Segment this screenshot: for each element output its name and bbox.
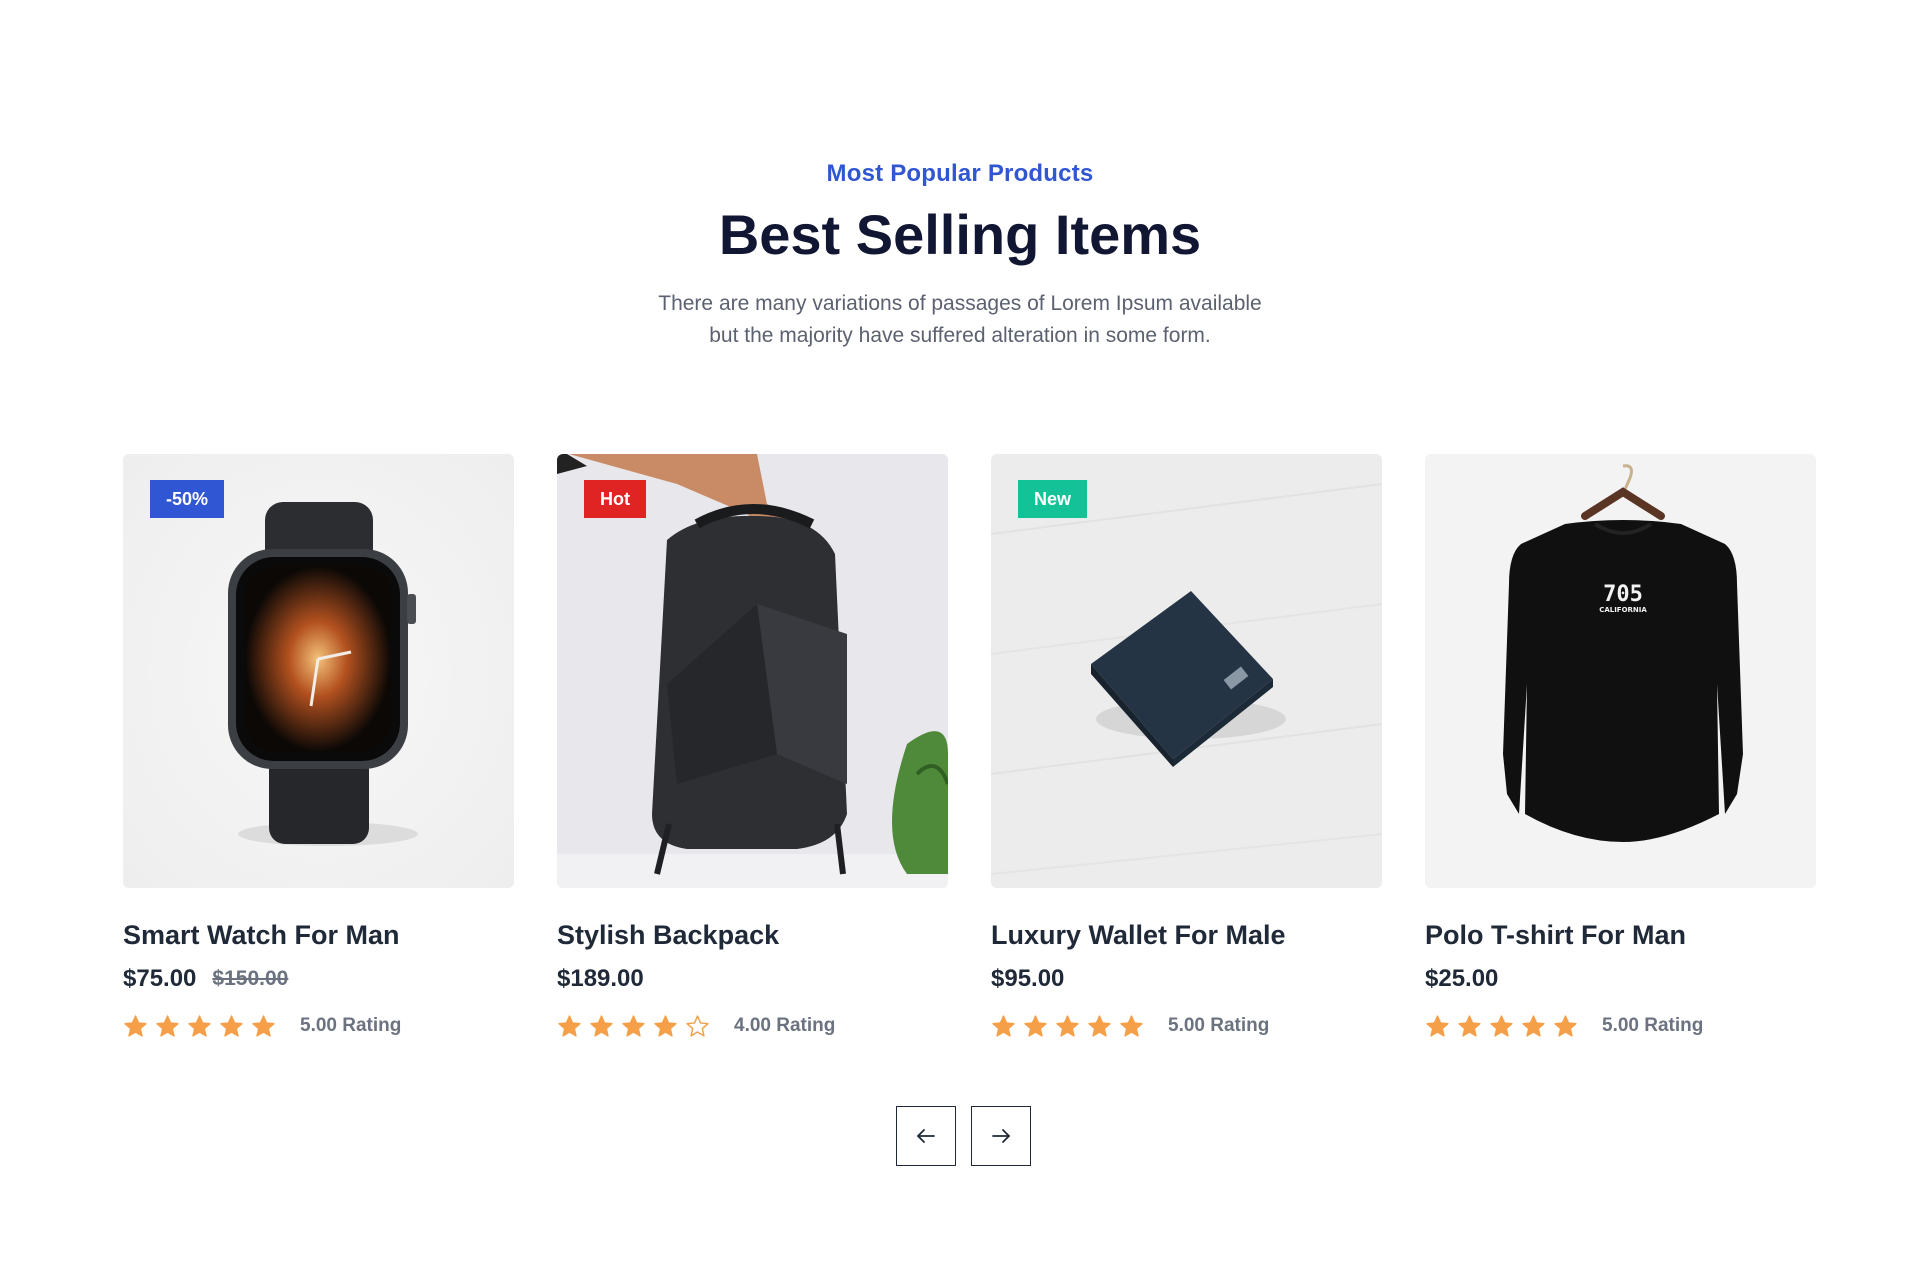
product-name[interactable]: Luxury Wallet For Male [991, 918, 1382, 952]
product-old-price: $150.00 [212, 967, 289, 990]
star-filled-icon [622, 1014, 645, 1037]
product-prices: $95.00 [991, 962, 1382, 996]
star-filled-icon [1522, 1014, 1545, 1037]
star-filled-icon [124, 1014, 147, 1037]
description-line-2: but the majority have suffered alteratio… [709, 324, 1211, 347]
product-rating: 4.00 Rating [557, 1010, 948, 1042]
product-card[interactable]: Hot Stylish Backpack $189.00 4.00 Rating [557, 454, 948, 1042]
tshirt-print: 705 [1603, 582, 1643, 607]
smart-watch-image [123, 454, 514, 888]
carousel-next-button[interactable] [971, 1106, 1031, 1166]
wallet-image [991, 454, 1382, 888]
rating-stars [1425, 1014, 1578, 1039]
star-filled-icon [1088, 1014, 1111, 1037]
star-filled-icon [1024, 1014, 1047, 1037]
star-empty-icon [686, 1014, 709, 1037]
section-header: Most Popular Products Best Selling Items… [0, 160, 1920, 352]
rating-label: 5.00 Rating [1602, 1015, 1704, 1036]
star-filled-icon [1490, 1014, 1513, 1037]
star-filled-icon [1120, 1014, 1143, 1037]
product-name[interactable]: Smart Watch For Man [123, 918, 514, 952]
product-grid: -50% Smart Watch For Man $75.00 $150.00 … [123, 454, 1816, 1054]
product-image-wrapper[interactable]: -50% [123, 454, 514, 888]
product-price: $25.00 [1425, 965, 1499, 992]
star-filled-icon [558, 1014, 581, 1037]
star-filled-icon [992, 1014, 1015, 1037]
product-image-wrapper[interactable]: New [991, 454, 1382, 888]
star-filled-icon [1458, 1014, 1481, 1037]
rating-stars [557, 1014, 710, 1039]
product-card[interactable]: -50% Smart Watch For Man $75.00 $150.00 … [123, 454, 514, 1042]
rating-stars [123, 1014, 276, 1039]
section-description: There are many variations of passages of… [610, 288, 1310, 352]
star-filled-icon [590, 1014, 613, 1037]
star-filled-icon [1426, 1014, 1449, 1037]
rating-label: 4.00 Rating [734, 1015, 836, 1036]
hot-badge: Hot [584, 480, 646, 518]
arrow-left-icon [917, 1129, 935, 1143]
product-rating: 5.00 Rating [991, 1010, 1382, 1042]
product-rating: 5.00 Rating [1425, 1010, 1816, 1042]
description-line-1: There are many variations of passages of… [658, 292, 1262, 315]
rating-label: 5.00 Rating [1168, 1015, 1270, 1036]
star-filled-icon [654, 1014, 677, 1037]
star-filled-icon [1056, 1014, 1079, 1037]
product-image-wrapper[interactable]: 705 CALIFORNIA [1425, 454, 1816, 888]
carousel-prev-button[interactable] [896, 1106, 956, 1166]
product-price: $189.00 [557, 965, 644, 992]
rating-label: 5.00 Rating [300, 1015, 402, 1036]
product-prices: $189.00 [557, 962, 948, 996]
product-rating: 5.00 Rating [123, 1010, 514, 1042]
product-name[interactable]: Polo T-shirt For Man [1425, 918, 1816, 952]
tshirt-image: 705 CALIFORNIA [1425, 454, 1816, 888]
product-image-wrapper[interactable]: Hot [557, 454, 948, 888]
discount-badge: -50% [150, 480, 225, 518]
product-prices: $25.00 [1425, 962, 1816, 996]
best-selling-section: Most Popular Products Best Selling Items… [0, 0, 1920, 1286]
star-filled-icon [188, 1014, 211, 1037]
product-prices: $75.00 $150.00 [123, 962, 514, 996]
product-price: $75.00 [123, 965, 197, 992]
new-badge: New [1018, 480, 1088, 518]
arrow-right-icon [992, 1129, 1010, 1143]
star-filled-icon [156, 1014, 179, 1037]
star-filled-icon [1554, 1014, 1577, 1037]
section-title: Best Selling Items [718, 203, 1202, 266]
product-price: $95.00 [991, 965, 1065, 992]
tshirt-print-small: CALIFORNIA [1599, 606, 1647, 614]
section-eyebrow: Most Popular Products [826, 160, 1094, 187]
star-filled-icon [220, 1014, 243, 1037]
product-card[interactable]: New Luxury Wallet For Male $95.00 5.00 R… [991, 454, 1382, 1042]
star-filled-icon [252, 1014, 275, 1037]
rating-stars [991, 1014, 1144, 1039]
product-card[interactable]: 705 CALIFORNIA Polo T-shirt For Man $25.… [1425, 454, 1816, 1042]
product-name[interactable]: Stylish Backpack [557, 918, 948, 952]
backpack-image [557, 454, 948, 888]
